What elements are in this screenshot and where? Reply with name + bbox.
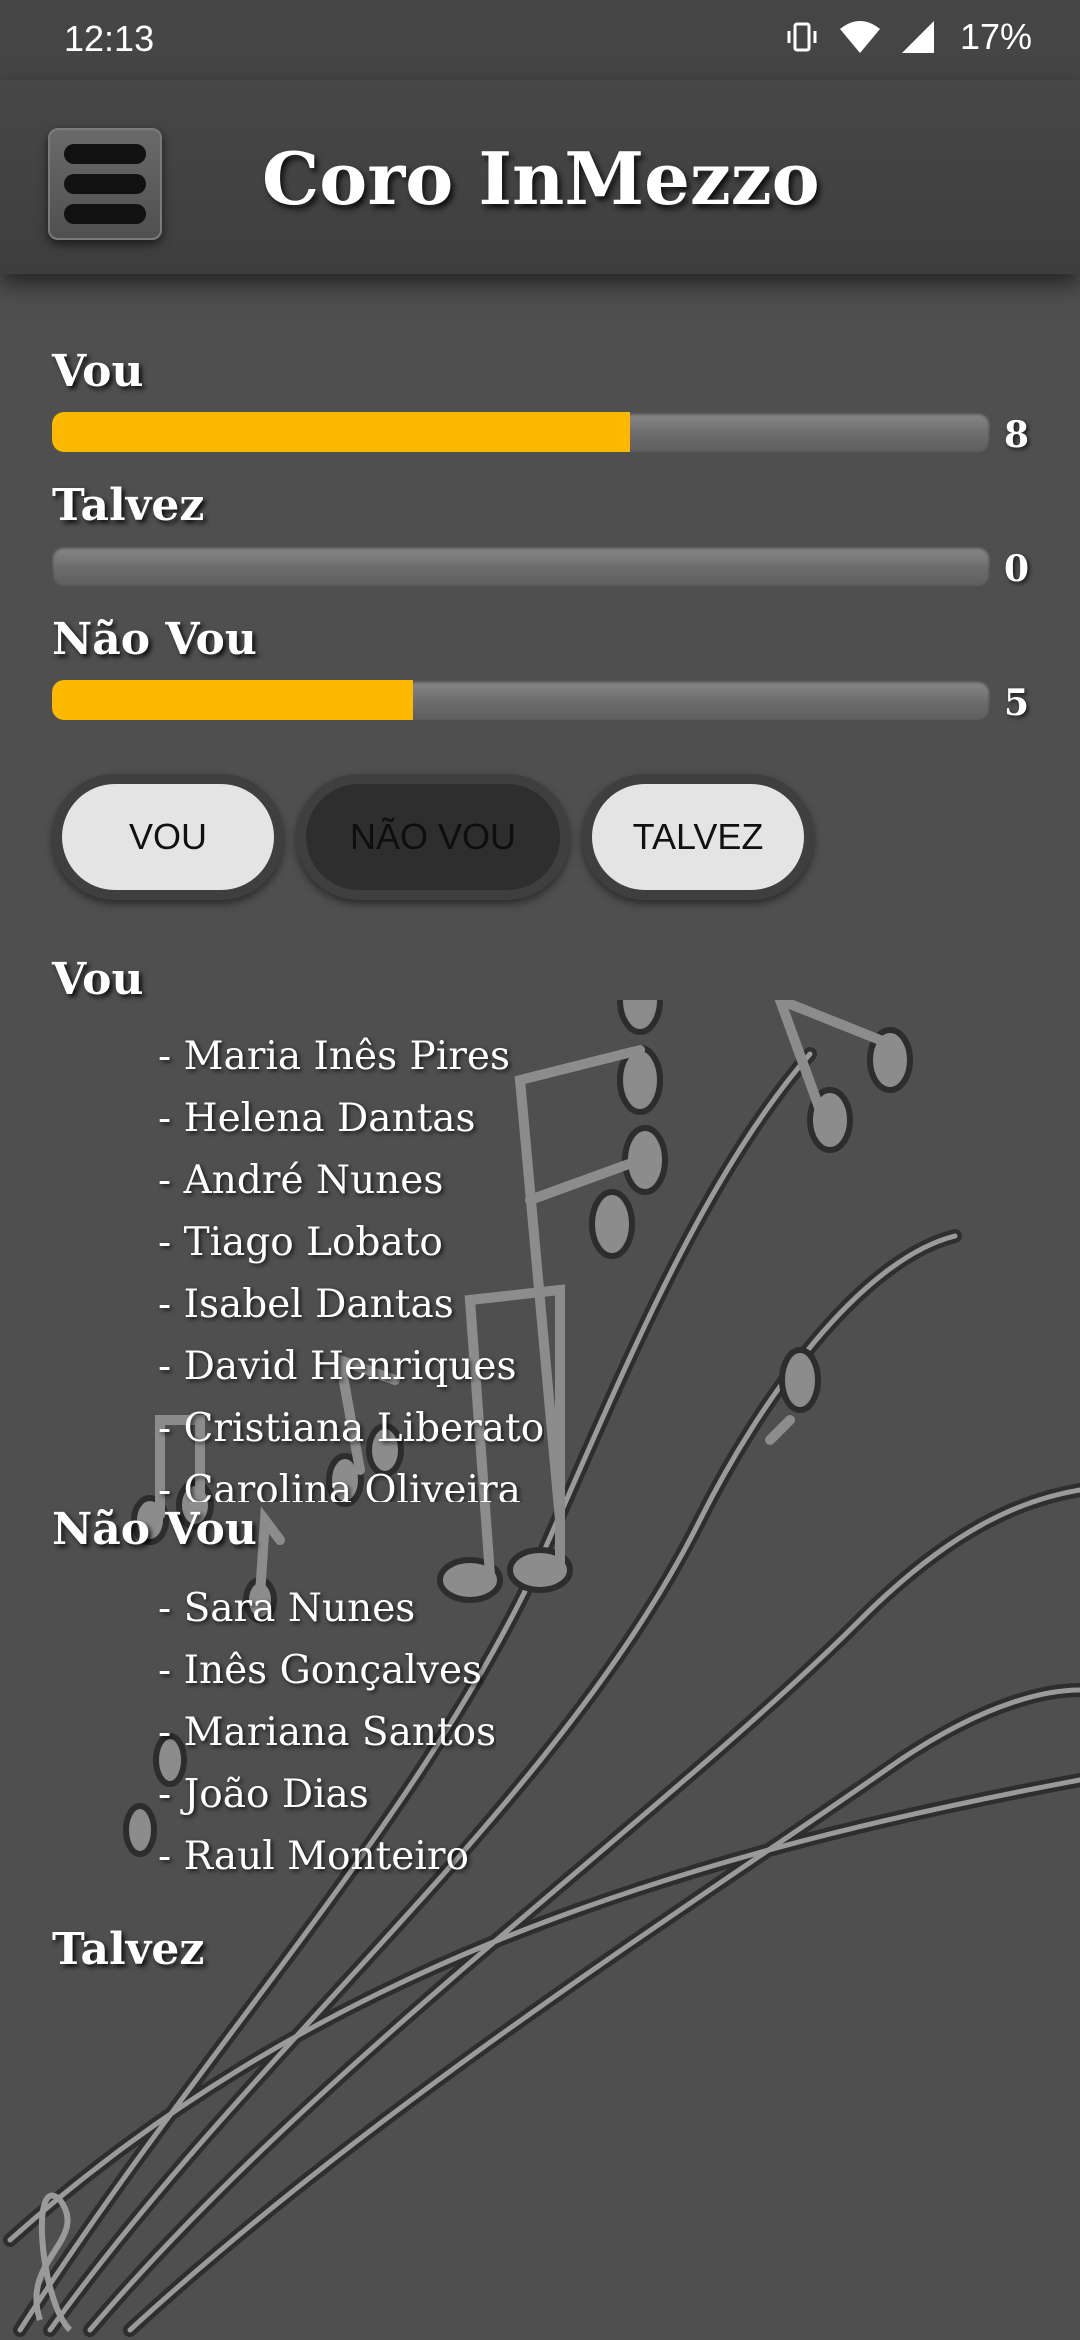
stat-label-nao-vou: Não Vou — [52, 614, 257, 665]
talvez-button[interactable]: TALVEZ — [582, 774, 814, 900]
list-item: - João Dias — [158, 1772, 369, 1817]
progress-bar-talvez — [52, 546, 990, 586]
section-title-talvez: Talvez — [52, 1924, 205, 1975]
progress-bar-nao-vou — [52, 680, 990, 720]
list-item: - Isabel Dantas — [158, 1282, 454, 1327]
list-item: - Raul Monteiro — [158, 1834, 469, 1879]
list-nao-vou: - Sara Nunes - Inês Gonçalves - Mariana Sa… — [158, 1578, 496, 1898]
menu-icon-line — [64, 144, 146, 164]
section-title-vou: Vou — [52, 954, 144, 1005]
progress-fill-vou — [52, 412, 630, 452]
wifi-icon — [838, 19, 882, 55]
talvez-button-label: TALVEZ — [592, 784, 804, 890]
section-title-nao-vou: Não Vou — [52, 1504, 257, 1555]
menu-button[interactable] — [48, 128, 162, 240]
progress-bar-vou — [52, 412, 990, 452]
app-title: Coro InMezzo — [262, 136, 820, 221]
nao-vou-button[interactable]: NÃO VOU — [296, 774, 570, 900]
stat-count-vou: 8 — [1004, 414, 1030, 456]
nao-vou-button-label: NÃO VOU — [306, 784, 560, 890]
battery-level: 17% — [959, 16, 1032, 57]
stat-label-vou: Vou — [52, 346, 144, 397]
status-bar: 12:13 17% — [0, 0, 1080, 80]
main-content: Vou 8 Talvez 0 Não Vou 5 VOU NÃO VOU TAL… — [0, 274, 1080, 2340]
list-vou: - Maria Inês Pires - Helena Dantas - André… — [158, 1026, 544, 1502]
stat-count-nao-vou: 5 — [1004, 682, 1030, 724]
list-item: - Cristiana Liberato — [158, 1406, 545, 1451]
vou-button-label: VOU — [62, 784, 274, 890]
signal-icon — [900, 19, 936, 55]
list-item: - David Henriques — [158, 1344, 517, 1389]
list-item: - Sara Nunes — [158, 1586, 416, 1631]
app-bar: Coro InMezzo — [0, 80, 1080, 274]
vou-button[interactable]: VOU — [52, 774, 284, 900]
list-item: - Helena Dantas — [158, 1096, 476, 1141]
vibrate-icon — [784, 19, 820, 55]
progress-fill-nao-vou — [52, 680, 414, 720]
status-time: 12:13 — [64, 18, 155, 59]
list-item: - André Nunes — [158, 1158, 444, 1203]
menu-icon-line — [64, 174, 146, 194]
list-item: - Mariana Santos — [158, 1710, 497, 1755]
list-item: - Maria Inês Pires — [158, 1034, 510, 1079]
list-item: - Carolina Oliveira — [158, 1468, 521, 1502]
list-item: - Inês Gonçalves — [158, 1648, 483, 1693]
stat-label-talvez: Talvez — [52, 480, 205, 531]
menu-icon-line — [64, 204, 146, 224]
list-item: - Tiago Lobato — [158, 1220, 443, 1265]
status-icons: 17% — [784, 16, 1032, 58]
stat-count-talvez: 0 — [1004, 548, 1030, 590]
